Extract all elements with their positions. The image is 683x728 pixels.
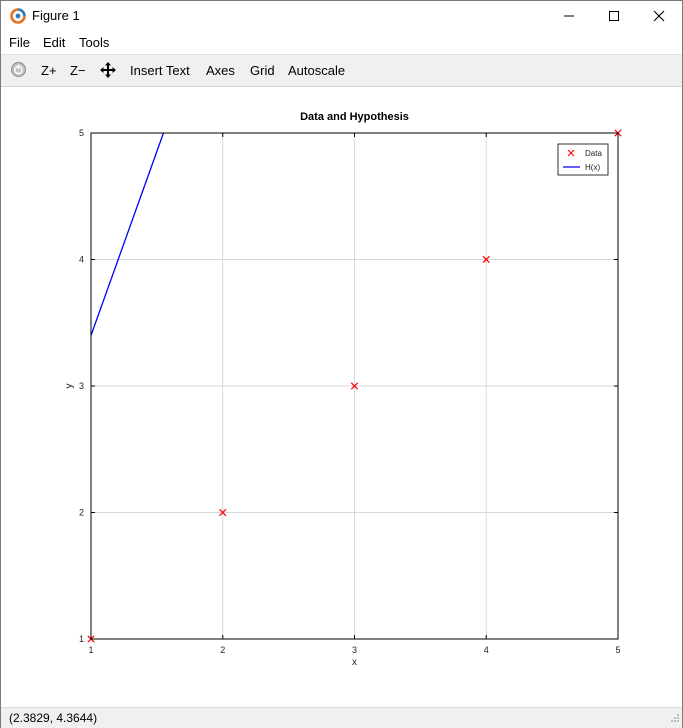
zoom-out-button[interactable]: Z− xyxy=(70,63,86,78)
y-tick-label: 5 xyxy=(79,128,84,138)
resize-grip-icon[interactable] xyxy=(670,712,680,726)
zoom-in-button[interactable]: Z+ xyxy=(41,63,57,78)
x-tick-label: 5 xyxy=(615,645,620,655)
pan-move-icon[interactable] xyxy=(99,61,117,82)
y-axis-label: y xyxy=(64,384,75,389)
figure-canvas[interactable]: 1 2 3 4 5 1 2 3 4 5 Data and Hypothesis x y Data H(x) xyxy=(1,87,682,707)
cursor-coordinates: (2.3829, 4.3644) xyxy=(9,711,98,725)
x-tick-label: 3 xyxy=(352,645,357,655)
x-tick-label: 4 xyxy=(484,645,489,655)
x-axis-label: x xyxy=(352,657,357,668)
axes-button[interactable]: Axes xyxy=(206,63,235,78)
menu-edit[interactable]: Edit xyxy=(43,35,65,50)
legend-label: H(x) xyxy=(585,163,600,172)
autoscale-button[interactable]: Autoscale xyxy=(288,63,345,78)
x-tick-label: 2 xyxy=(220,645,225,655)
x-tick-label: 1 xyxy=(88,645,93,655)
grid-button[interactable]: Grid xyxy=(250,63,275,78)
title-bar[interactable]: Figure 1 xyxy=(1,1,682,31)
y-tick-label: 4 xyxy=(79,255,84,265)
y-tick-label: 1 xyxy=(79,634,84,644)
close-icon xyxy=(653,10,665,22)
legend-label: Data xyxy=(585,149,602,158)
menu-tools[interactable]: Tools xyxy=(79,35,109,50)
close-button[interactable] xyxy=(636,1,682,31)
y-tick-label: 3 xyxy=(79,381,84,391)
y-tick-label: 2 xyxy=(79,508,84,518)
toolbar: Z+ Z− Insert Text Axes Grid Autoscale xyxy=(1,54,682,87)
rotate-icon[interactable] xyxy=(10,61,27,81)
minimize-button[interactable] xyxy=(546,1,592,31)
chart-title: Data and Hypothesis xyxy=(300,111,409,123)
figure-window: Figure 1 File Edit Tools Z+ Z− Insert Te… xyxy=(0,0,683,728)
maximize-button[interactable] xyxy=(591,1,637,31)
status-bar: (2.3829, 4.3644) xyxy=(1,707,682,728)
menu-file[interactable]: File xyxy=(9,35,30,50)
maximize-icon xyxy=(609,11,619,21)
menu-bar: File Edit Tools xyxy=(1,32,682,53)
plot-svg: 1 2 3 4 5 1 2 3 4 5 Data and Hypothesis x y Data H(x) xyxy=(64,111,622,668)
minimize-icon xyxy=(564,15,574,17)
window-title: Figure 1 xyxy=(32,8,80,23)
insert-text-button[interactable]: Insert Text xyxy=(130,63,190,78)
octave-logo-icon xyxy=(10,8,26,24)
